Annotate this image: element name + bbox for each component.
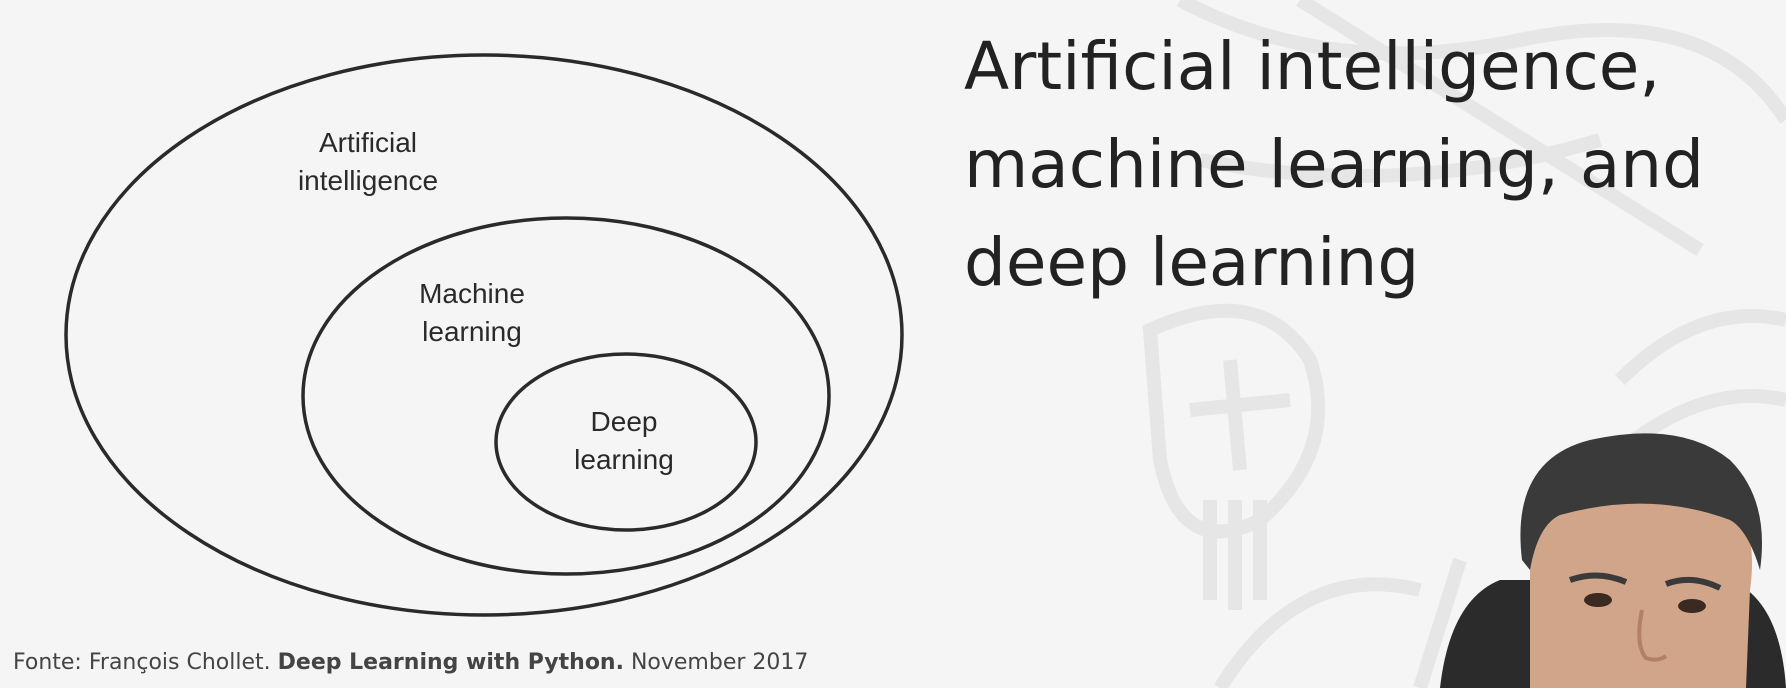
ai-label-line2: intelligence: [298, 165, 438, 196]
deep-learning-ellipse: [494, 352, 758, 532]
source-date: November 2017: [630, 650, 809, 675]
ai-label-line1: Artificial: [319, 127, 417, 158]
presenter-webcam-video: [1440, 433, 1786, 688]
source-book-title: Deep Learning with Python.: [277, 650, 624, 675]
source-citation: Fonte: François Chollet. Deep Learning w…: [13, 650, 808, 675]
dl-label-line2: learning: [574, 444, 674, 475]
ml-label-line2: learning: [422, 316, 522, 347]
dl-label-line1: Deep: [591, 406, 658, 437]
slide-title-line2: machine learning, and: [964, 126, 1704, 203]
slide-title-line1: Artificial intelligence,: [964, 28, 1661, 105]
ai-ml-dl-venn-diagram: Artificial intelligence Machine learning…: [64, 53, 904, 617]
source-prefix: Fonte: François Chollet.: [13, 650, 271, 675]
slide-title: Artificial intelligence, machine learnin…: [964, 18, 1764, 312]
slide-title-line3: deep learning: [964, 224, 1420, 301]
ml-label-line1: Machine: [419, 278, 525, 309]
